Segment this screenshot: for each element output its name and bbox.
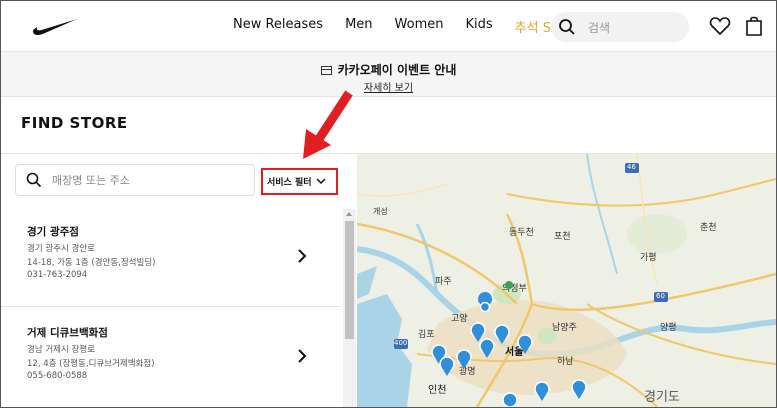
store-pin[interactable] [479, 338, 495, 358]
store-address-line1: 경기 광주시 경안로 [27, 244, 95, 254]
banner-title: 카카오페이 이벤트 안내 [337, 63, 457, 77]
store-address-line2: 12, 4층 (장평동,디큐브거제백화점) [27, 359, 155, 369]
store-pin[interactable] [571, 379, 587, 399]
store-pin[interactable] [494, 324, 510, 344]
scroll-up-arrow-icon[interactable] [346, 212, 352, 216]
store-pin[interactable] [478, 292, 493, 322]
heart-icon[interactable] [709, 16, 731, 36]
page-title: FIND STORE [21, 114, 128, 132]
store-name: 거제 디큐브백화점 [27, 327, 108, 339]
card-icon [320, 66, 332, 75]
store-phone: 031-763-2094 [27, 270, 88, 280]
chevron-down-icon [316, 178, 326, 185]
store-pin[interactable] [517, 334, 533, 354]
park-marker [505, 281, 513, 289]
store-list: 경기 광주점 경기 광주시 경안로 14-18, 가동 1층 (경안동,정석빌딩… [1, 209, 343, 407]
search-icon [26, 172, 42, 188]
banner-details-link[interactable]: 자세히 보기 [364, 83, 413, 94]
bag-icon[interactable] [744, 15, 764, 37]
red-annotation-arrow [303, 90, 353, 159]
chevron-right-icon [298, 349, 307, 363]
store-address-line2: 14-18, 가동 1층 (경안동,정석빌딩) [27, 258, 156, 268]
store-search-box [15, 164, 255, 196]
header-search[interactable]: 검색 [551, 12, 689, 42]
store-map[interactable]: 46 60 400 개성 동두천 포천 춘천 파주 의정부 가평 고양 남양주 … [357, 154, 776, 407]
chevron-right-icon [298, 249, 307, 263]
store-pin[interactable] [502, 392, 518, 407]
scrollbar-thumb[interactable] [345, 221, 354, 339]
banner-link-row: 자세히 보기 [1, 79, 776, 94]
store-pin[interactable] [534, 381, 550, 401]
store-divider [1, 306, 341, 307]
nav-men[interactable]: Men [345, 17, 372, 36]
store-name: 경기 광주점 [27, 226, 79, 238]
store-item[interactable]: 거제 디큐브백화점 경남 거제시 장평로 12, 4층 (장평동,디큐브거제백화… [1, 309, 341, 407]
store-address-line1: 경남 거제시 장평로 [27, 345, 95, 355]
store-pin[interactable] [470, 322, 486, 342]
nike-logo[interactable] [31, 15, 79, 37]
nav-women[interactable]: Women [395, 17, 444, 36]
store-list-scrollbar[interactable] [343, 209, 356, 407]
banner-title-row: 카카오페이 이벤트 안내 [1, 61, 776, 78]
search-icon [559, 19, 575, 35]
main-nav: New Releases Men Women Kids 추석 SALE [233, 17, 598, 36]
store-search-input[interactable] [52, 169, 250, 191]
store-pin[interactable] [439, 356, 455, 376]
page-frame: New Releases Men Women Kids 추석 SALE 검색 카… [0, 0, 777, 408]
site-header: New Releases Men Women Kids 추석 SALE 검색 [1, 1, 776, 51]
map-pins [431, 281, 587, 407]
store-phone: 055-680-0588 [27, 371, 88, 381]
store-item[interactable]: 경기 광주점 경기 광주시 경안로 14-18, 가동 1층 (경안동,정석빌딩… [1, 209, 341, 307]
nav-new-releases[interactable]: New Releases [233, 17, 323, 36]
nav-kids[interactable]: Kids [465, 17, 492, 36]
store-pin[interactable] [456, 349, 472, 369]
promo-banner: 카카오페이 이벤트 안내 자세히 보기 [1, 51, 776, 97]
header-search-placeholder: 검색 [588, 21, 611, 35]
service-filter-label: 서비스 필터 [267, 178, 312, 188]
service-filter-button[interactable]: 서비스 필터 [261, 168, 338, 195]
